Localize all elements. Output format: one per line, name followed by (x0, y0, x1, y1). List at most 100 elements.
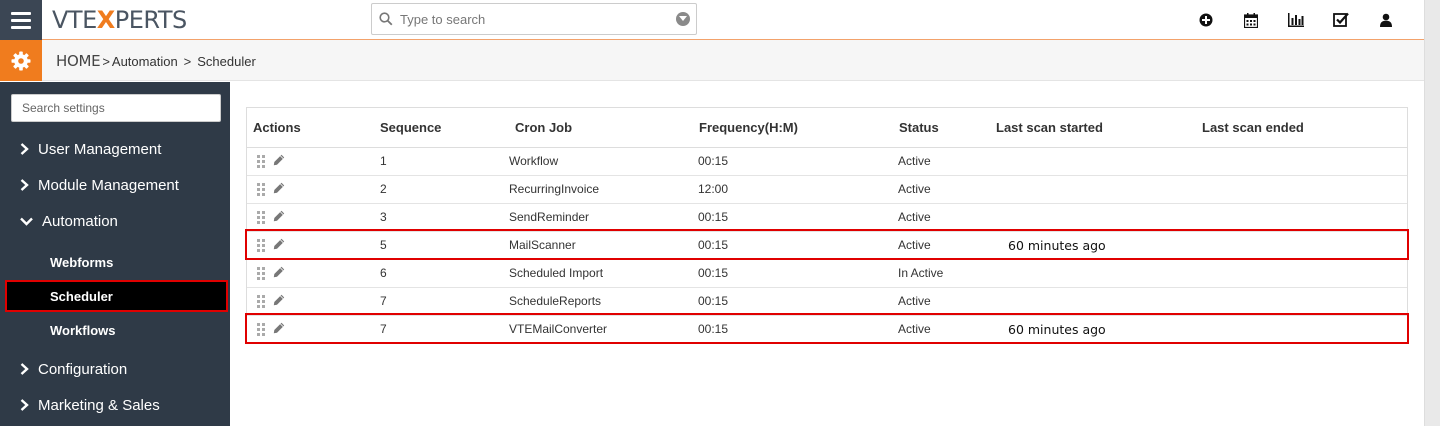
cell-sequence: 7 (380, 322, 387, 337)
column-header-last-scan-started: Last scan started (988, 108, 1202, 148)
row-actions (247, 287, 376, 316)
column-header-frequency: Frequency(H:M) (690, 108, 890, 148)
chevron-right-icon (20, 399, 38, 411)
cell-frequency: 12:00 (690, 175, 890, 204)
breadcrumb-separator: > (183, 53, 192, 69)
sidebar-item-marketing-sales[interactable]: Marketing & Sales (0, 389, 230, 421)
table-row[interactable]: 6 Scheduled Import 00:15 In Active (247, 259, 1407, 288)
scheduler-table: Actions Sequence Cron Job Frequency(H:M)… (246, 107, 1408, 344)
cell-frequency: 00:15 (698, 322, 729, 337)
settings-search-input[interactable] (22, 101, 220, 115)
breadcrumb-scheduler: Scheduler (197, 53, 256, 69)
table-row[interactable]: 3 SendReminder 00:15 Active (247, 203, 1407, 232)
breadcrumb-separator: > (102, 53, 110, 69)
table-row[interactable]: 7 ScheduleReports 00:15 Active (247, 287, 1407, 316)
checkbox-icon[interactable] (1318, 0, 1363, 40)
sidebar-item-automation[interactable]: Automation (0, 205, 230, 237)
sidebar-item-label: Marketing & Sales (38, 396, 160, 414)
drag-handle-icon[interactable] (257, 182, 265, 196)
search-dropdown-icon[interactable] (670, 12, 696, 26)
breadcrumb-automation[interactable]: Automation (112, 54, 178, 69)
edit-pencil-icon[interactable] (273, 154, 285, 169)
top-icons (1183, 0, 1408, 40)
sidebar-item-module-management[interactable]: Module Management (0, 169, 230, 201)
column-header-sequence: Sequence (376, 108, 509, 148)
row-actions (247, 315, 376, 343)
cell-status: Active (890, 147, 988, 176)
edit-pencil-icon[interactable] (273, 294, 285, 309)
cell-status: Active (890, 231, 988, 260)
row-actions (247, 231, 376, 260)
cell-status: Active (890, 203, 988, 232)
global-search (371, 3, 697, 35)
logo[interactable]: VTEXPERTS (52, 6, 187, 34)
cell-last-scan-ended (1202, 175, 1407, 204)
search-icon (372, 12, 400, 26)
settings-sidebar: User Management Module Management Automa… (0, 82, 230, 426)
cell-status: Active (890, 287, 988, 316)
bar-chart-icon[interactable] (1273, 0, 1318, 40)
cell-last-scan-started (988, 259, 1202, 288)
breadcrumb-bar: HOME > Automation > Scheduler (0, 40, 1424, 81)
cell-cron-job: VTEMailConverter (509, 322, 608, 337)
search-input[interactable] (400, 11, 670, 27)
hamburger-menu-icon[interactable] (0, 0, 42, 40)
breadcrumb-home[interactable]: HOME (56, 52, 101, 70)
drag-handle-icon[interactable] (257, 210, 265, 224)
sidebar-subitem-webforms[interactable]: Webforms (5, 246, 228, 278)
cell-sequence: 2 (376, 175, 509, 204)
cell-status: In Active (890, 259, 988, 288)
cell-last-scan-ended (1202, 203, 1407, 232)
column-header-status: Status (890, 108, 988, 148)
user-icon[interactable] (1363, 0, 1408, 40)
edit-pencil-icon[interactable] (273, 210, 285, 225)
row-actions (247, 147, 376, 176)
sidebar-subitem-scheduler[interactable]: Scheduler (5, 280, 228, 312)
edit-pencil-icon[interactable] (273, 238, 285, 253)
chevron-down-icon (20, 217, 42, 226)
cell-sequence: 7 (376, 287, 509, 316)
cell-last-scan-ended (1202, 315, 1407, 343)
cell-last-scan-ended (1202, 147, 1407, 176)
chevron-right-icon (20, 143, 38, 155)
edit-pencil-icon[interactable] (273, 322, 285, 337)
drag-handle-icon[interactable] (257, 294, 265, 308)
sidebar-subitem-workflows[interactable]: Workflows (5, 314, 228, 346)
row-actions (247, 175, 376, 204)
column-header-actions: Actions (247, 108, 376, 148)
settings-search (11, 94, 221, 122)
cell-cron-job: ScheduleReports (509, 287, 690, 316)
cell-frequency: 00:15 (690, 287, 890, 316)
cell-last-scan-ended (1202, 259, 1407, 288)
table-row[interactable]: 7 VTEMailConverter 00:15 Active 60 minut… (247, 315, 1407, 343)
cell-cron-job: RecurringInvoice (509, 175, 690, 204)
sidebar-item-user-management[interactable]: User Management (0, 133, 230, 165)
edit-pencil-icon[interactable] (273, 266, 285, 281)
row-actions (247, 259, 376, 288)
plus-circle-icon[interactable] (1183, 0, 1228, 40)
cell-last-scan-started (988, 175, 1202, 204)
top-bar: VTEXPERTS (0, 0, 1424, 40)
scrollbar[interactable] (1424, 0, 1440, 426)
sidebar-subitem-label: Webforms (50, 254, 114, 270)
cell-sequence: 3 (376, 203, 509, 232)
edit-pencil-icon[interactable] (273, 182, 285, 197)
drag-handle-icon[interactable] (257, 266, 265, 280)
cell-frequency: 00:15 (690, 147, 890, 176)
drag-handle-icon[interactable] (257, 154, 265, 168)
calendar-icon[interactable] (1228, 0, 1273, 40)
cell-last-scan-ended (1202, 287, 1407, 316)
cell-cron-job: SendReminder (509, 203, 690, 232)
drag-handle-icon[interactable] (257, 238, 265, 252)
column-header-last-scan-ended: Last scan ended (1202, 108, 1407, 148)
sidebar-subitem-label: Scheduler (50, 288, 113, 304)
breadcrumb: HOME > Automation > Scheduler (56, 52, 256, 70)
table-row[interactable]: 5 MailScanner 00:15 Active 60 minutes ag… (247, 231, 1407, 260)
drag-handle-icon[interactable] (257, 322, 265, 336)
sidebar-item-configuration[interactable]: Configuration (0, 353, 230, 385)
table-row[interactable]: 2 RecurringInvoice 12:00 Active (247, 175, 1407, 204)
sidebar-item-label: Automation (42, 212, 118, 230)
settings-gear-icon[interactable] (0, 40, 42, 81)
table-row[interactable]: 1 Workflow 00:15 Active (247, 147, 1407, 176)
sidebar-item-label: Module Management (38, 176, 179, 194)
